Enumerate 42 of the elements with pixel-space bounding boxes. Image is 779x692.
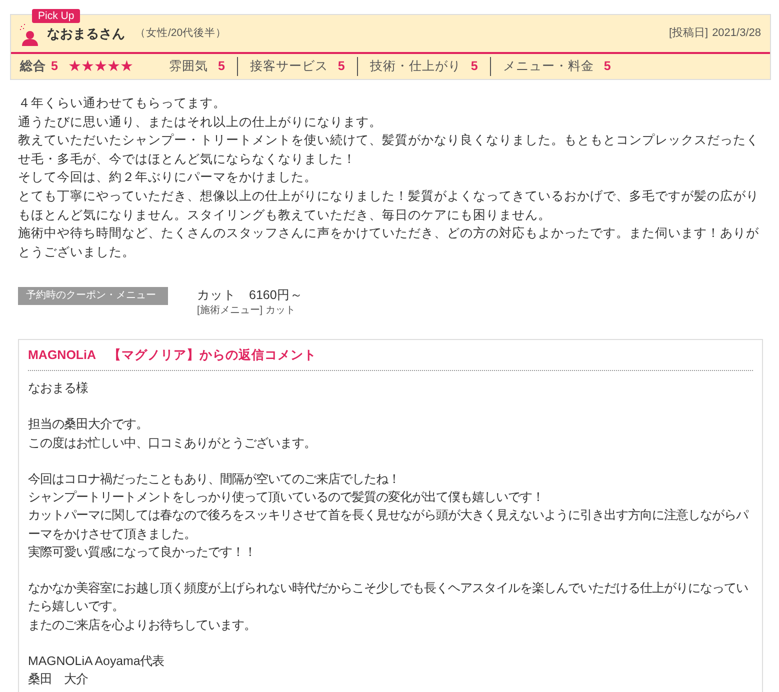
reply-paragraph: 桑田 大介 (28, 671, 89, 688)
review-paragraph: 教えていただいたシャンプー・トリートメントを使い続けて、髪質がかなり良くなりました。もともとコンプレックスだったくせ毛・多毛が、今ではほとんど気にならなくなりました！ (18, 132, 760, 168)
star-icon: ★ (120, 59, 133, 74)
rating-score: 5 (604, 58, 611, 76)
reply-paragraph: なおまる様 (28, 380, 89, 398)
review-paragraph: そして今回は、約２年ぶりにパーマをかけました。 (18, 169, 318, 186)
star-icon: ★ (106, 59, 120, 74)
rating-score: 5 (218, 58, 225, 76)
review-paragraph: ４年くらい通わせてもらってます。 (18, 95, 227, 112)
review-paragraph: 通うたびに思い通り、またはそれ以上の仕上がりになります。 (18, 114, 383, 131)
review-paragraph: とても丁寧にやっていただき、想像以上の仕上がりになりました！髪質がよくなってきているおかげで、多毛ですが髪の広がりもほとんど気になりません。スタイリングも教えていただき、毎日のケアにも困りません。 (18, 188, 760, 224)
reviewer-profile: （女性/20代後半） (135, 26, 227, 41)
post-date: 2021/3/28 (712, 26, 761, 42)
star-icon: ★ (80, 59, 94, 74)
star-icon: ★ (94, 59, 107, 74)
reply-title: MAGNOLiA 【マグノリア】からの返信コメント (28, 340, 753, 372)
coupon-menu: [施術メニュー] カット (197, 304, 303, 318)
reply-paragraph: またのご来店を心よりお待ちしています。 (28, 616, 257, 634)
reviewer-name: なおまるさん (47, 24, 125, 43)
reply-paragraph: 担当の桑田大介です。 (28, 416, 149, 434)
pick-up-badge: Pick Up (32, 9, 80, 23)
post-date-label: [投稿日] (668, 26, 708, 42)
reply-paragraph: 今回はコロナ禍だったこともあり、間隔が空いてのご来店でしたね！ (28, 471, 401, 488)
star-icon: ★ (68, 59, 81, 74)
rating-category: 接客サービス (250, 58, 328, 76)
reply-paragraph: カットパーマに関しては春なので後ろをスッキリさせて首を長く見せながら頭が大きく見えないように引き出す方向に注意しながらパーマをかけさせて頂きました。 (28, 507, 750, 543)
reply-paragraph: MAGNOLiA Aoyama代表 (28, 653, 166, 670)
reply-paragraph: この度はお忙しい中、口コミありがとうございます。 (28, 434, 317, 452)
coupon-label: 予約時のクーポン・メニュー (18, 287, 168, 306)
rating-score: 5 (338, 58, 345, 76)
rating-category: メニュー・料金 (502, 58, 594, 76)
rating-category: 雰囲気 (168, 58, 208, 76)
user-icon (19, 24, 39, 46)
rating-category: 技術・仕上がり (370, 58, 461, 76)
overall-score: 5 (51, 58, 58, 76)
coupon-name: カット 6160円～ (197, 287, 303, 304)
overall-label: 総合 (20, 58, 46, 76)
reply-paragraph: なかなか美容室にお越し頂く頻度が上げられない時代だからこそ少しでも長くヘアスタイルを楽しんでいただける仕上がりになっていたら嬉しいです。 (28, 580, 749, 616)
review-paragraph: 施術中や待ち時間など、たくさんのスタッフさんに声をかけていただき、どの方の対応もよかったです。また伺います！ありがとうございました。 (18, 225, 760, 261)
rating-score: 5 (470, 58, 478, 76)
reply-paragraph: シャンプートリートメントをしっかり使って頂いているので髪質の変化が出て僕も嬉しいです！ (28, 489, 545, 506)
reply-paragraph: 実際可愛い質感になって良かったです！！ (28, 544, 257, 561)
